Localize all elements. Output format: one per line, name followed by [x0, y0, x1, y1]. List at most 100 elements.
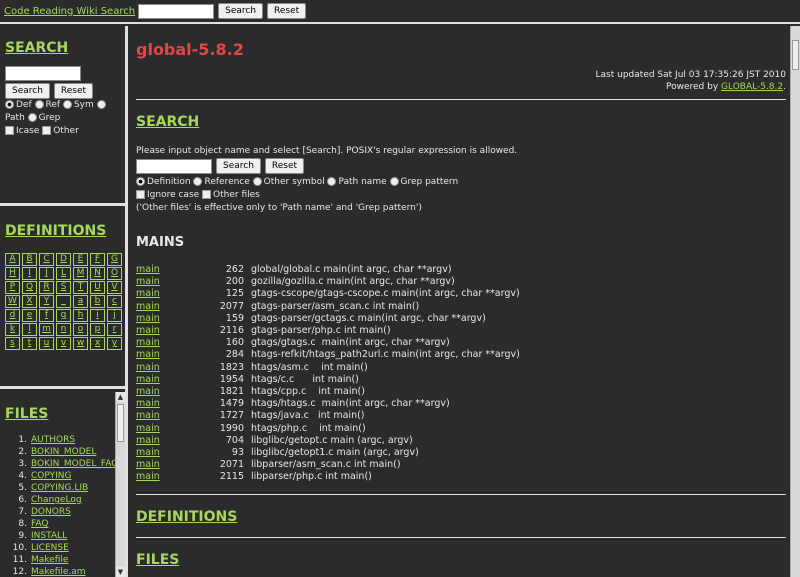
main-search-heading[interactable]: SEARCH	[136, 114, 790, 130]
file-link[interactable]: LICENSE	[31, 542, 69, 554]
main-link[interactable]: main	[136, 288, 160, 299]
main-files-heading[interactable]: FILES	[136, 552, 790, 568]
definition-letter-link[interactable]: c	[107, 295, 122, 308]
definition-letter-link[interactable]: x	[90, 337, 105, 350]
definition-letter-link[interactable]: V	[107, 281, 122, 294]
main-link[interactable]: main	[136, 313, 160, 324]
definition-letter-link[interactable]: _	[56, 295, 71, 308]
definition-letter-link[interactable]: M	[73, 267, 88, 280]
radio-path-name[interactable]	[327, 177, 337, 186]
definition-letter-link[interactable]: R	[39, 281, 54, 294]
main-link[interactable]: main	[136, 276, 160, 287]
definition-letter-link[interactable]: u	[39, 337, 54, 350]
check-ignore-case[interactable]	[136, 190, 145, 199]
top-reset-button[interactable]: Reset	[267, 3, 307, 19]
definition-letter-link[interactable]: b	[90, 295, 105, 308]
main-link[interactable]: main	[136, 264, 160, 275]
definition-letter-link[interactable]: P	[5, 281, 20, 294]
definition-letter-link[interactable]: O	[107, 267, 122, 280]
definition-letter-link[interactable]: Y	[39, 295, 54, 308]
main-link[interactable]: main	[136, 362, 160, 373]
main-definitions-heading[interactable]: DEFINITIONS	[136, 509, 790, 525]
radio-other-symbol[interactable]	[252, 177, 262, 186]
definition-letter-link[interactable]: t	[22, 337, 37, 350]
radio-reference[interactable]	[193, 177, 203, 186]
file-link[interactable]: COPYING.LIB	[31, 482, 88, 494]
definition-letter-link[interactable]: y	[107, 337, 122, 350]
main-search-input[interactable]	[136, 158, 212, 174]
radio-def[interactable]	[5, 100, 14, 109]
definition-letter-link[interactable]: A	[5, 253, 20, 266]
definition-letter-link[interactable]: U	[90, 281, 105, 294]
main-search-button[interactable]: Search	[216, 158, 261, 174]
radio-path[interactable]	[96, 100, 106, 109]
definition-letter-link[interactable]: o	[73, 323, 88, 336]
definition-letter-link[interactable]: J	[39, 267, 54, 280]
main-link[interactable]: main	[136, 337, 160, 348]
definition-letter-link[interactable]: f	[39, 309, 54, 322]
main-link[interactable]: main	[136, 410, 160, 421]
left-search-input[interactable]	[5, 66, 81, 81]
definition-letter-link[interactable]: C	[39, 253, 54, 266]
definition-letter-link[interactable]: i	[90, 309, 105, 322]
definition-letter-link[interactable]: F	[90, 253, 105, 266]
definition-letter-link[interactable]: S	[56, 281, 71, 294]
definition-letter-link[interactable]: p	[90, 323, 105, 336]
definition-letter-link[interactable]: w	[73, 337, 88, 350]
file-link[interactable]: AUTHORS	[31, 434, 75, 446]
main-scrollbar[interactable]	[790, 26, 800, 577]
file-link[interactable]: DONORS	[31, 506, 71, 518]
files-scroll-thumb[interactable]	[117, 404, 124, 442]
file-link[interactable]: BOKIN_MODEL_FAQ	[31, 458, 118, 470]
radio-ref[interactable]	[34, 100, 44, 109]
files-scrollbar[interactable]: ▲ ▼	[115, 392, 125, 577]
radio-grep-pattern[interactable]	[389, 177, 399, 186]
check-other-files[interactable]	[202, 190, 212, 199]
definition-letter-link[interactable]: s	[5, 337, 20, 350]
main-link[interactable]: main	[136, 447, 160, 458]
definition-letter-link[interactable]: N	[90, 267, 105, 280]
main-link[interactable]: main	[136, 435, 160, 446]
file-link[interactable]: ChangeLog	[31, 494, 82, 506]
definition-letter-link[interactable]: d	[5, 309, 20, 322]
file-link[interactable]: INSTALL	[31, 530, 67, 542]
definition-letter-link[interactable]: j	[107, 309, 122, 322]
definition-letter-link[interactable]: Q	[22, 281, 37, 294]
top-search-input[interactable]	[138, 3, 215, 19]
definition-letter-link[interactable]: v	[56, 337, 71, 350]
left-files-heading[interactable]: FILES	[5, 406, 125, 422]
definition-letter-link[interactable]: D	[56, 253, 71, 266]
main-link[interactable]: main	[136, 471, 160, 482]
left-search-heading[interactable]: SEARCH	[5, 40, 125, 56]
definition-letter-link[interactable]: E	[73, 253, 88, 266]
definition-letter-link[interactable]: a	[73, 295, 88, 308]
check-icase[interactable]	[5, 126, 14, 135]
main-link[interactable]: main	[136, 301, 160, 312]
main-link[interactable]: main	[136, 386, 160, 397]
radio-sym[interactable]	[62, 100, 72, 109]
file-link[interactable]: FAQ	[31, 518, 48, 530]
definition-letter-link[interactable]: r	[107, 323, 122, 336]
left-reset-button[interactable]: Reset	[53, 83, 94, 99]
main-link[interactable]: main	[136, 459, 160, 470]
main-link[interactable]: main	[136, 325, 160, 336]
main-link[interactable]: main	[136, 398, 160, 409]
left-definitions-heading[interactable]: DEFINITIONS	[5, 223, 125, 239]
main-link[interactable]: main	[136, 349, 160, 360]
definition-letter-link[interactable]: h	[73, 309, 88, 322]
definition-letter-link[interactable]: m	[39, 323, 54, 336]
definition-letter-link[interactable]: B	[22, 253, 37, 266]
wiki-search-link[interactable]: Code Reading Wiki Search	[4, 6, 135, 17]
file-link[interactable]: BOKIN_MODEL	[31, 446, 96, 458]
definition-letter-link[interactable]: G	[107, 253, 122, 266]
definition-letter-link[interactable]: g	[56, 309, 71, 322]
scroll-up-icon[interactable]: ▲	[116, 392, 125, 402]
check-other[interactable]	[42, 126, 52, 135]
main-scroll-thumb[interactable]	[792, 40, 799, 70]
definition-letter-link[interactable]: L	[56, 267, 71, 280]
definition-letter-link[interactable]: X	[22, 295, 37, 308]
definition-letter-link[interactable]: T	[73, 281, 88, 294]
radio-grep[interactable]	[27, 113, 37, 122]
main-link[interactable]: main	[136, 374, 160, 385]
definition-letter-link[interactable]: n	[56, 323, 71, 336]
